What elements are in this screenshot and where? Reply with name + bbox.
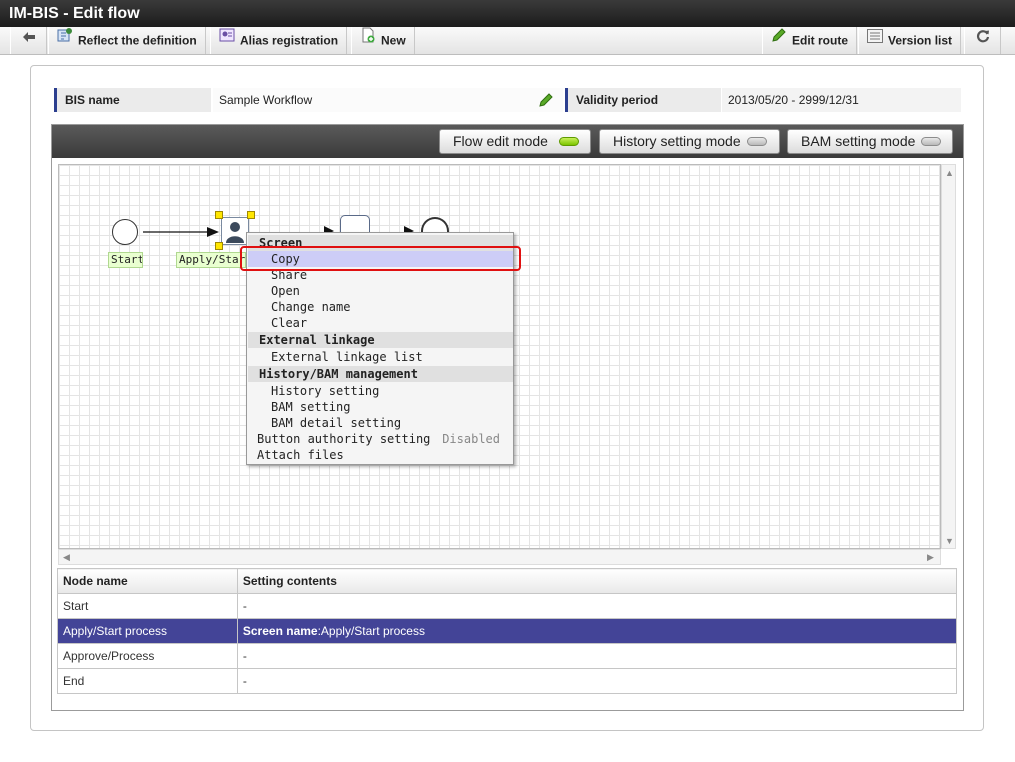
menu-item-history-setting[interactable]: History setting [248, 383, 513, 399]
flow-arrow [143, 227, 219, 237]
bis-name-value: Sample Workflow [213, 88, 563, 112]
menu-item-bam-setting[interactable]: BAM setting [248, 399, 513, 415]
menu-header-history-bam: History/BAM management [248, 366, 513, 382]
window-title: IM-BIS - Edit flow [0, 0, 1015, 27]
scroll-down-icon[interactable]: ▼ [945, 536, 954, 546]
reflect-definition-button[interactable]: Reflect the definition [48, 27, 206, 54]
disabled-status: Disabled [442, 432, 500, 446]
refresh-button[interactable] [964, 27, 1001, 54]
start-node[interactable] [112, 219, 138, 245]
menu-item-button-authority-setting[interactable]: Button authority setting Disabled [248, 431, 513, 447]
node-name-cell: Start [57, 593, 238, 619]
table-row[interactable]: Start - [57, 593, 958, 619]
scroll-up-icon[interactable]: ▲ [945, 168, 954, 178]
bis-name-label: BIS name [54, 88, 211, 112]
selection-handle[interactable] [215, 242, 223, 250]
menu-item-external-linkage-list[interactable]: External linkage list [248, 349, 513, 365]
setting-cell: - [236, 668, 958, 694]
column-header-setting-contents: Setting contents [236, 568, 958, 594]
menu-item-attach-files[interactable]: Attach files [248, 447, 513, 463]
arrow-left-icon [22, 26, 36, 53]
copy-highlight-box [240, 246, 521, 271]
table-row[interactable]: Approve/Process - [57, 643, 958, 669]
table-row-selected[interactable]: Apply/Start process Screen name:Apply/St… [57, 618, 958, 644]
validity-period-label: Validity period [565, 88, 721, 112]
node-name-cell: End [57, 668, 238, 694]
flow-mode-indicator-icon [559, 137, 579, 146]
setting-cell: Screen name:Apply/Start process [236, 618, 958, 644]
node-name-cell: Apply/Start process [57, 618, 238, 644]
vertical-scrollbar[interactable]: ▲ ▼ [941, 164, 956, 549]
app-window: IM-BIS - Edit flow Reflect the definitio… [0, 0, 1015, 762]
setting-cell: - [236, 643, 958, 669]
user-icon [226, 222, 244, 243]
new-button[interactable]: New [351, 27, 415, 54]
menu-header-external: External linkage [248, 332, 513, 348]
start-node-label: Start [108, 252, 143, 268]
history-mode-indicator-icon [747, 137, 767, 146]
menu-item-change-name[interactable]: Change name [248, 299, 513, 315]
apply-start-process-node[interactable] [221, 217, 249, 245]
horizontal-scrollbar[interactable]: ◀ ▶ [58, 549, 941, 565]
column-header-node-name: Node name [57, 568, 238, 594]
edit-route-button[interactable]: Edit route [762, 27, 857, 54]
version-list-button[interactable]: Version list [858, 26, 962, 54]
setting-cell: - [236, 593, 958, 619]
new-document-icon [360, 26, 376, 53]
node-name-cell: Approve/Process [57, 643, 238, 669]
history-setting-mode-button[interactable]: History setting mode [599, 129, 780, 154]
scroll-right-icon[interactable]: ▶ [927, 552, 934, 563]
alias-registration-button[interactable]: Alias registration [210, 26, 348, 54]
menu-item-bam-detail-setting[interactable]: BAM detail setting [248, 415, 513, 431]
validity-period-value: 2013/05/20 - 2999/12/31 [722, 88, 961, 112]
selection-handle[interactable] [215, 211, 223, 219]
node-settings-table: Node name Setting contents Start - Apply… [57, 568, 958, 694]
menu-item-open[interactable]: Open [248, 283, 513, 299]
menu-item-clear[interactable]: Clear [248, 315, 513, 331]
refresh-icon [976, 26, 990, 53]
selection-handle[interactable] [247, 211, 255, 219]
pencil-icon [771, 26, 787, 53]
apply-node-label: Apply/Start process [176, 252, 246, 268]
edit-name-icon[interactable] [538, 92, 554, 111]
back-button[interactable] [10, 27, 47, 54]
flow-edit-mode-button[interactable]: Flow edit mode [439, 129, 591, 154]
list-icon [867, 26, 883, 53]
alias-icon [219, 26, 235, 53]
bam-setting-mode-button[interactable]: BAM setting mode [787, 129, 953, 154]
table-row[interactable]: End - [57, 668, 958, 694]
toolbar: Reflect the definition Alias registratio… [0, 27, 1015, 55]
reflect-icon [57, 26, 73, 53]
bam-mode-indicator-icon [921, 137, 941, 146]
scroll-left-icon[interactable]: ◀ [63, 552, 70, 563]
table-header-row: Node name Setting contents [57, 568, 958, 594]
